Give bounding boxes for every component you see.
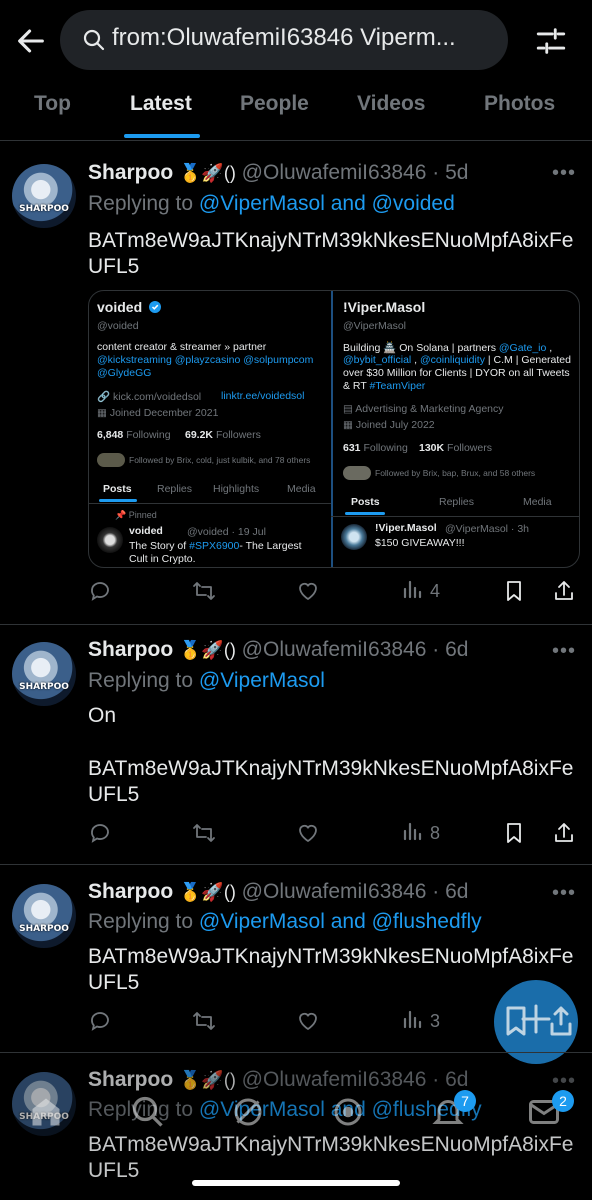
grok-icon[interactable]: [230, 1094, 266, 1130]
replying-to: Replying to @ViperMasol: [88, 669, 325, 692]
divider: [0, 1052, 592, 1053]
views-button[interactable]: 3: [400, 1006, 440, 1036]
profile-vipermasol: !Viper.Masol @ViperMasol Building 🏯 On S…: [331, 291, 579, 567]
notifications-badge: 7: [454, 1090, 476, 1112]
tweet-actions: 4: [88, 576, 582, 606]
share-icon[interactable]: [552, 818, 576, 848]
tweet-text: BATm8eW9aJTKnajyNTrM39kNkesENuoMpfA8ixFe…: [88, 1133, 574, 1182]
divider: [0, 140, 592, 141]
communities-icon[interactable]: [330, 1094, 366, 1130]
tweet-author[interactable]: Sharpoo 🥇🚀() @OluwafemiI63846 · 6d: [88, 638, 468, 662]
more-options-icon[interactable]: •••: [552, 162, 576, 185]
active-tab-indicator: [124, 134, 200, 138]
tweet-author[interactable]: Sharpoo 🥇🚀() @OluwafemiI63846 · 6d: [88, 1068, 468, 1092]
replying-to: Replying to @ViperMasol and @voided: [88, 192, 455, 215]
tweet-author[interactable]: Sharpoo 🥇🚀() @OluwafemiI63846 · 6d: [88, 880, 468, 904]
messages-badge: 2: [552, 1090, 574, 1112]
bookmark-icon[interactable]: [502, 818, 526, 848]
avatar[interactable]: SHARPOO: [12, 884, 76, 948]
retweet-icon[interactable]: [192, 576, 216, 606]
tab-top[interactable]: Top: [34, 92, 71, 116]
bookmark-icon[interactable]: [502, 576, 526, 606]
replying-to: Replying to @ViperMasol and @flushedfly: [88, 910, 482, 933]
tab-photos[interactable]: Photos: [484, 92, 555, 116]
divider: [0, 864, 592, 865]
like-icon[interactable]: [296, 1006, 320, 1036]
views-icon: [400, 819, 424, 848]
like-icon[interactable]: [296, 576, 320, 606]
like-icon[interactable]: [296, 818, 320, 848]
avatar[interactable]: SHARPOO: [12, 642, 76, 706]
more-options-icon[interactable]: •••: [552, 640, 576, 663]
divider: [0, 624, 592, 625]
views-icon: [400, 1007, 424, 1036]
tweet-media-image[interactable]: voided @voided content creator & streame…: [88, 290, 580, 568]
back-arrow-icon[interactable]: [14, 24, 48, 58]
tweet-text: BATm8eW9aJTKnajyNTrM39kNkesENuoMpfA8ixFe…: [88, 757, 574, 806]
share-icon[interactable]: [552, 576, 576, 606]
views-button[interactable]: 4: [400, 576, 440, 606]
avatar[interactable]: SHARPOO: [12, 164, 76, 228]
tab-videos[interactable]: Videos: [357, 92, 425, 116]
reply-icon[interactable]: [88, 1006, 112, 1036]
retweet-icon[interactable]: [192, 818, 216, 848]
views-icon: [400, 577, 424, 606]
home-indicator: [192, 1180, 400, 1186]
search-input[interactable]: from:OluwafemiI63846 Viperm...: [112, 24, 492, 52]
verified-badge-icon: [149, 301, 161, 316]
search-icon: [82, 28, 106, 52]
explore-search-icon[interactable]: [130, 1094, 166, 1130]
tab-latest[interactable]: Latest: [130, 92, 192, 116]
tweet-text-line: On: [88, 704, 117, 727]
profile-voided: voided @voided content creator & streame…: [89, 291, 331, 567]
retweet-icon[interactable]: [192, 1006, 216, 1036]
tab-people[interactable]: People: [240, 92, 309, 116]
views-button[interactable]: 8: [400, 818, 440, 848]
reply-icon[interactable]: [88, 576, 112, 606]
tweet-actions: 8: [88, 818, 582, 848]
tweet-author[interactable]: Sharpoo 🥇🚀() @OluwafemiI63846 · 5d: [88, 161, 468, 185]
filter-settings-icon[interactable]: [534, 24, 568, 58]
embed-divider: [331, 291, 333, 567]
tweet-text: BATm8eW9aJTKnajyNTrM39kNkesENuoMpfA8ixFe…: [88, 229, 574, 278]
home-icon[interactable]: [28, 1094, 64, 1130]
reply-icon[interactable]: [88, 818, 112, 848]
more-options-icon[interactable]: •••: [552, 882, 576, 905]
